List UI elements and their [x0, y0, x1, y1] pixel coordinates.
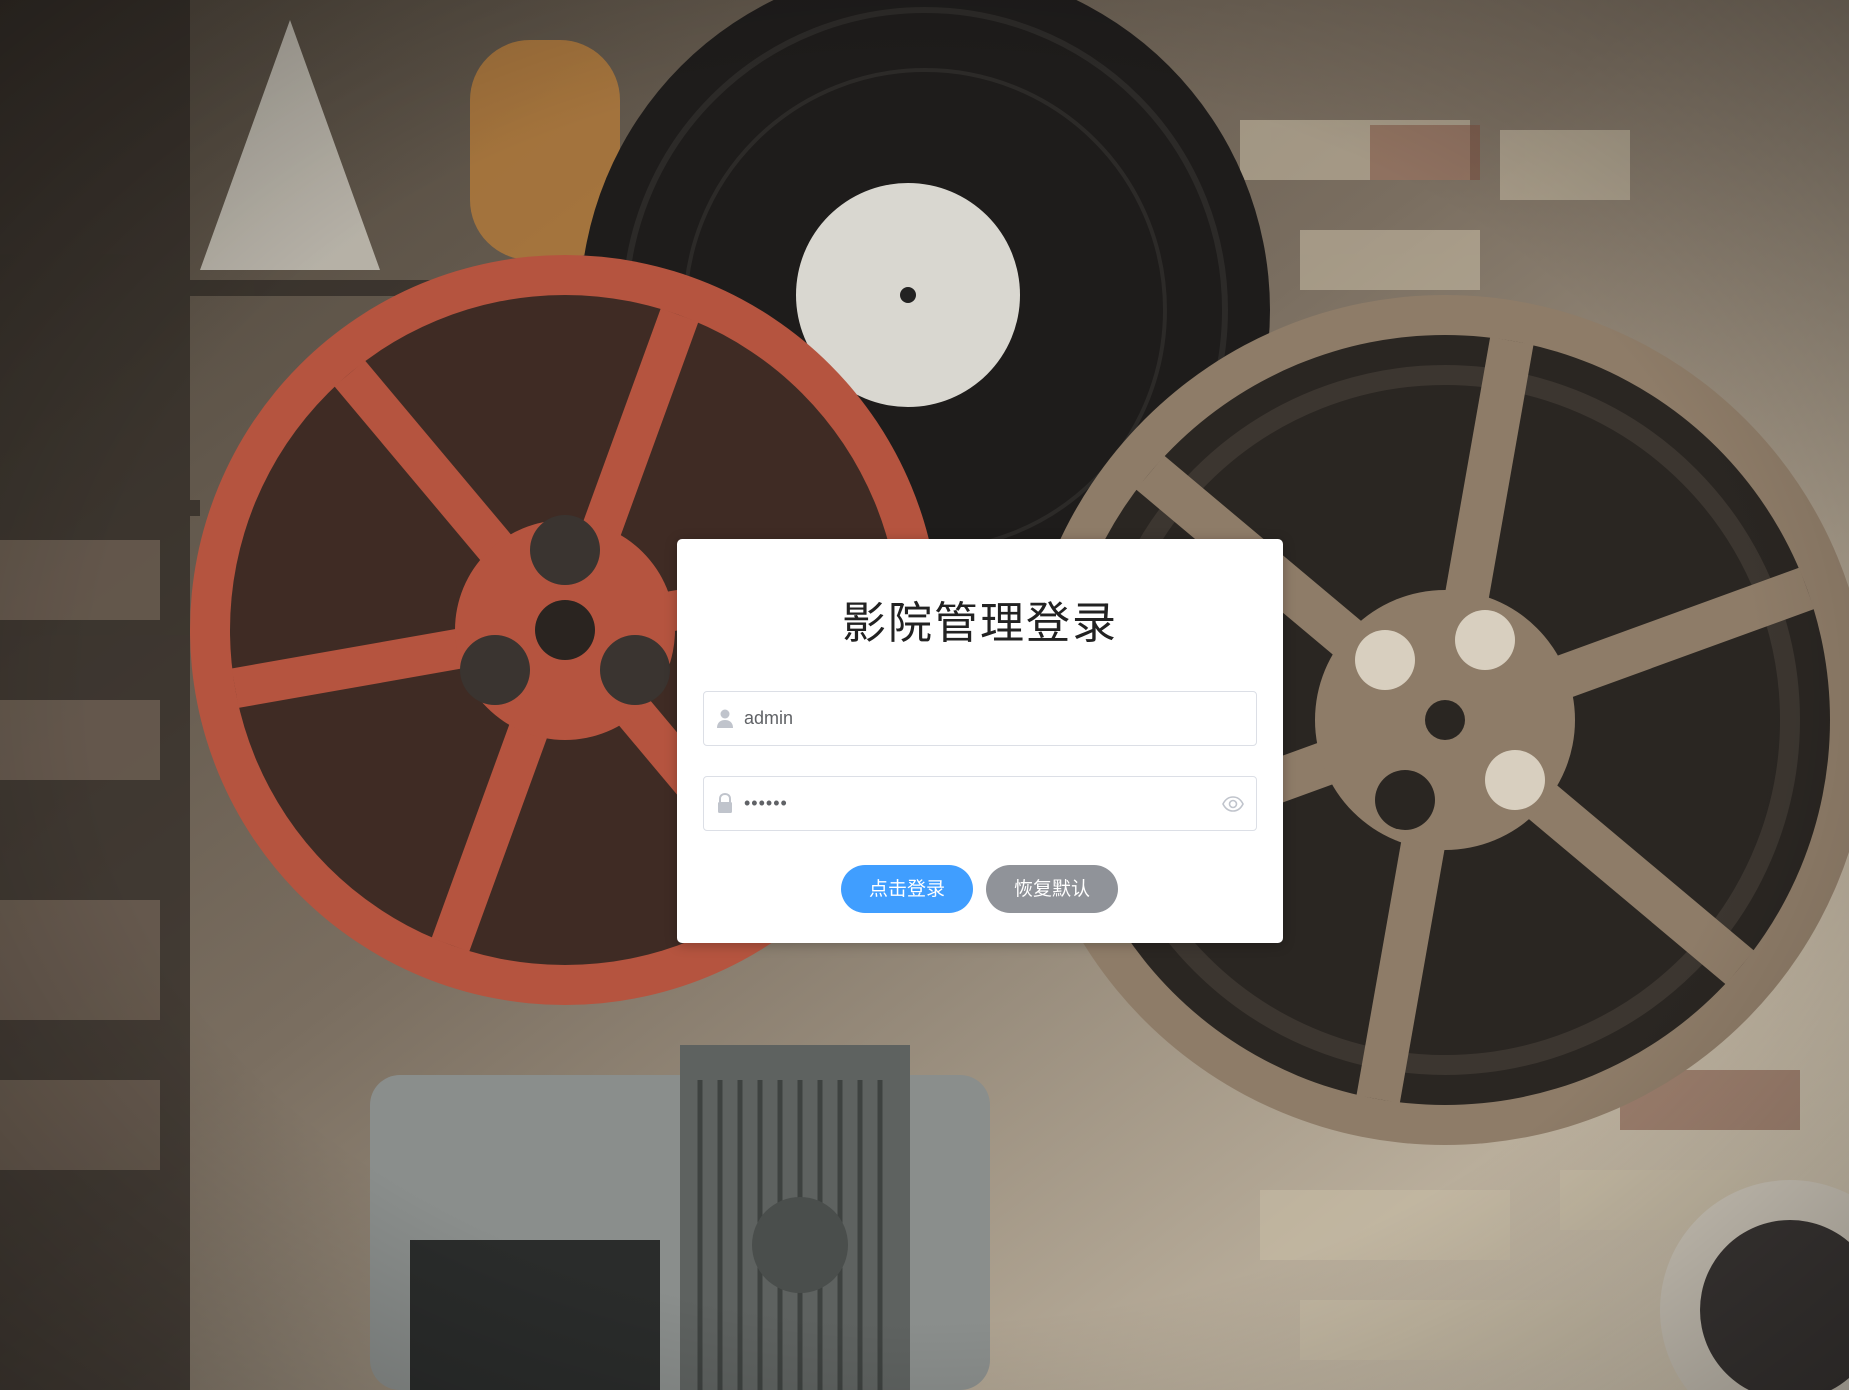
login-button[interactable]: 点击登录 — [841, 865, 973, 913]
eye-icon[interactable] — [1222, 794, 1244, 814]
reset-button[interactable]: 恢复默认 — [986, 865, 1118, 913]
password-field[interactable] — [703, 776, 1257, 831]
lock-icon — [718, 792, 732, 813]
login-title: 影院管理登录 — [842, 598, 1118, 649]
user-icon — [717, 709, 733, 728]
username-input[interactable] — [744, 692, 1204, 745]
password-input[interactable] — [744, 777, 1204, 830]
login-card: 影院管理登录 点击登录 恢复默认 — [677, 539, 1283, 943]
username-field[interactable] — [703, 691, 1257, 746]
